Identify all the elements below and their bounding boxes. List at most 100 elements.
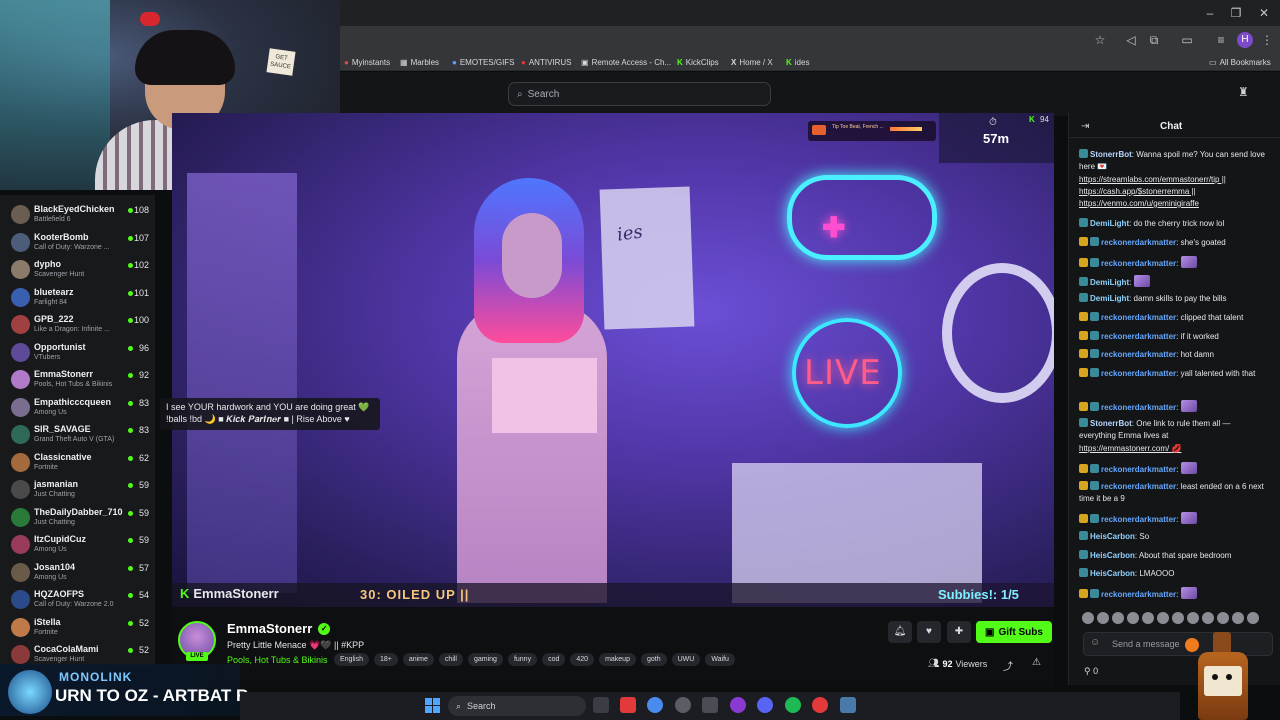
sidebar-channel[interactable]: Empathicccqueen Among Us 83 [8, 394, 153, 421]
recorder-app-icon[interactable] [620, 697, 636, 713]
chat-input[interactable]: Send a message [1083, 632, 1273, 656]
chat-link[interactable]: https://emmastonerr.com/ 💋 [1079, 444, 1181, 453]
collapse-chat-icon[interactable]: ⇥ [1081, 121, 1089, 132]
stream-tag[interactable]: goth [640, 653, 667, 666]
chat-username[interactable]: reckonerdarkmatter [1101, 403, 1176, 412]
sidebar-channel[interactable]: Josan104 Among Us 57 [8, 559, 153, 586]
emote-icon[interactable] [1247, 612, 1259, 624]
stream-tag[interactable]: 420 [570, 653, 595, 666]
chat-username[interactable]: StonerrBot [1090, 419, 1132, 428]
user-menu-icon[interactable]: ♜ [1238, 85, 1250, 103]
sidebar-channel[interactable]: Classicnative Fortnite 62 [8, 449, 153, 476]
chat-username[interactable]: DemiLight [1090, 278, 1129, 287]
chat-link[interactable]: https://streamlabs.com/emmastonerr/tip |… [1079, 175, 1226, 184]
discord-app-icon[interactable] [757, 697, 773, 713]
window-app-icon[interactable] [840, 697, 856, 713]
stream-tag[interactable]: chill [438, 653, 463, 666]
stream-tag[interactable]: makeup [599, 653, 636, 666]
chat-username[interactable]: DemiLight [1090, 219, 1129, 228]
chat-username[interactable]: StonerrBot [1090, 150, 1132, 159]
media-app-icon[interactable] [675, 697, 691, 713]
chat-username[interactable]: reckonerdarkmatter [1101, 350, 1176, 359]
sidebar-channel[interactable]: HQZAOFPS Call of Duty: Warzone 2.0 54 [8, 586, 153, 613]
chat-username[interactable]: HeisCarbon [1090, 551, 1135, 560]
chat-username[interactable]: reckonerdarkmatter [1101, 482, 1176, 491]
emote-icon[interactable] [1232, 612, 1244, 624]
emote-icon[interactable] [1127, 612, 1139, 624]
share-icon[interactable]: ⤴ [1003, 658, 1013, 673]
extensions-icon[interactable]: ⧉ [1145, 31, 1163, 49]
gift-subs-button[interactable]: ▣ Gift Subs [976, 621, 1052, 643]
sidepanel-icon[interactable]: ▭ [1178, 31, 1196, 49]
sidebar-channel[interactable]: TheDailyDabber_710 Just Chatting 59 [8, 504, 153, 531]
windows-start-icon[interactable] [425, 698, 440, 713]
chat-username[interactable]: reckonerdarkmatter [1101, 238, 1176, 247]
stream-tag[interactable]: English [334, 653, 369, 666]
terminal-app-icon[interactable] [593, 697, 609, 713]
pin-app-icon[interactable] [812, 697, 828, 713]
search-input[interactable]: ⌕ Search [508, 82, 771, 106]
sidebar-channel[interactable]: ItzCupidCuz Among Us 59 [8, 531, 153, 558]
follow-button[interactable]: ♥ [917, 621, 941, 643]
sidebar-channel[interactable]: bluetearz Farlight 84 101 [8, 284, 153, 311]
bookmark-remote-access[interactable]: ▣ Remote Access - Ch... [581, 56, 671, 69]
video-player[interactable]: ies ✚ LIVE K EmmaStonerr 30: OILED UP || … [172, 113, 1054, 607]
bookmark-ides[interactable]: Kides [786, 56, 809, 69]
stream-tag[interactable]: funny [507, 653, 538, 666]
notification-bell-button[interactable]: 🔔︎ [888, 621, 912, 643]
chat-username[interactable]: reckonerdarkmatter [1101, 515, 1176, 524]
emote-icon[interactable] [1202, 612, 1214, 624]
chat-link[interactable]: https://cash.app/$stonerremma || [1079, 187, 1196, 196]
chat-username[interactable]: HeisCarbon [1090, 569, 1135, 578]
chat-link[interactable]: https://venmo.com/u/geminigiraffe [1079, 199, 1199, 208]
emoji-icon[interactable]: ☺ [1090, 637, 1100, 648]
sidebar-channel[interactable]: Opportunist VTubers 96 [8, 339, 153, 366]
app-icon[interactable] [730, 697, 746, 713]
bookmark-myinstants[interactable]: ● Myinstants [344, 56, 390, 69]
stream-tag[interactable]: anime [402, 653, 434, 666]
close-icon[interactable]: ✕ [1250, 4, 1278, 22]
maximize-icon[interactable]: ❐ [1222, 4, 1250, 22]
chat-username[interactable]: reckonerdarkmatter [1101, 465, 1176, 474]
sidebar-channel[interactable]: EmmaStonerr Pools, Hot Tubs & Bikinis 92 [8, 366, 153, 393]
chat-username[interactable]: reckonerdarkmatter [1101, 332, 1176, 341]
all-bookmarks[interactable]: ▭ All Bookmarks [1209, 56, 1271, 69]
emote-icon[interactable] [1217, 612, 1229, 624]
emote-icon[interactable] [1082, 612, 1094, 624]
emote-icon[interactable] [1187, 612, 1199, 624]
streamer-name[interactable]: EmmaStonerr ✓ [227, 621, 331, 636]
subscribe-button[interactable]: ✚ [947, 621, 971, 643]
sidebar-channel[interactable]: SIR_SAVAGE Grand Theft Auto V (GTA) 83 [8, 421, 153, 448]
sidebar-channel[interactable]: iStella Fortnite 52 [8, 614, 153, 641]
bookmark-marbles[interactable]: ▦ Marbles [400, 56, 439, 69]
sidebar-channel[interactable]: BlackEyedChicken Battlefield 6 108 [8, 201, 153, 228]
emote-icon[interactable] [1157, 612, 1169, 624]
sidebar-channel[interactable]: GPB_222 Like a Dragon: Infinite ... 100 [8, 311, 153, 338]
chrome-app-icon[interactable] [647, 697, 663, 713]
mute-icon[interactable]: ◁ [1122, 31, 1140, 49]
bookmark-emotes[interactable]: ● EMOTES/GIFS [452, 56, 515, 69]
settings-app-icon[interactable] [702, 697, 718, 713]
channel-points[interactable]: ⚲ 0 [1084, 666, 1098, 677]
sidebar-channel[interactable]: dypho Scavenger Hunt 102 [8, 256, 153, 283]
report-icon[interactable]: ⚠ [1032, 657, 1041, 668]
emote-icon[interactable] [1142, 612, 1154, 624]
taskbar-search[interactable]: ⌕ Search [448, 696, 586, 716]
chat-username[interactable]: DemiLight [1090, 294, 1129, 303]
stream-tag[interactable]: UWU [671, 653, 701, 666]
chat-username[interactable]: HeisCarbon [1090, 532, 1135, 541]
bookmark-x[interactable]: X Home / X [731, 56, 773, 69]
bookmark-star-icon[interactable]: ☆ [1091, 31, 1109, 49]
chat-username[interactable]: reckonerdarkmatter [1101, 259, 1176, 268]
menu-dots-icon[interactable]: ⋮ [1258, 31, 1276, 49]
spotify-app-icon[interactable] [785, 697, 801, 713]
customize-icon[interactable]: ≡ [1212, 31, 1230, 49]
bookmark-kickclips[interactable]: K KickClips [677, 56, 719, 69]
emote-icon[interactable] [1172, 612, 1184, 624]
minimize-icon[interactable]: – [1196, 4, 1224, 22]
bookmark-antivirus[interactable]: ● ANTIVIRUS [521, 56, 572, 69]
emote-quickbar[interactable] [1082, 612, 1259, 624]
chat-username[interactable]: reckonerdarkmatter [1101, 590, 1176, 599]
stream-tag[interactable]: 18+ [373, 653, 398, 666]
sidebar-channel[interactable]: KooterBomb Call of Duty: Warzone ... 107 [8, 229, 153, 256]
